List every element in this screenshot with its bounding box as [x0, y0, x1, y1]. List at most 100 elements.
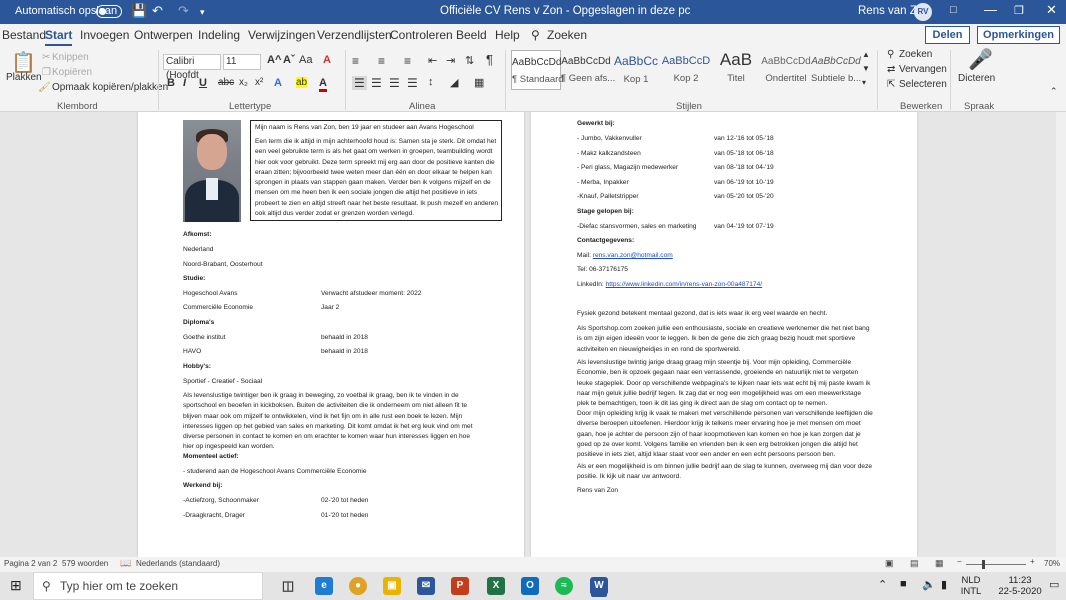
borders-icon[interactable]: ▦: [474, 76, 484, 89]
microphone-icon[interactable]: 🎤: [968, 47, 993, 72]
undo-icon[interactable]: ↶: [152, 3, 163, 19]
align-left-icon[interactable]: ☰: [352, 76, 367, 90]
styles-scroll-down-icon[interactable]: ▼: [862, 64, 870, 73]
powerpoint-icon[interactable]: P: [451, 577, 469, 595]
select-icon[interactable]: ⇱: [887, 79, 895, 90]
replace-icon[interactable]: ⇄: [887, 64, 895, 75]
avatar[interactable]: RV: [914, 3, 932, 21]
comments-button[interactable]: Opmerkingen: [977, 26, 1060, 44]
ribbon-display-icon[interactable]: □: [950, 4, 957, 16]
superscript-button[interactable]: x²: [255, 77, 263, 88]
style-kop2[interactable]: AaBbCcD Kop 2: [661, 50, 711, 90]
cut-icon[interactable]: ✂: [42, 52, 50, 63]
tab-controleren[interactable]: Controleren: [390, 28, 453, 42]
paste-button[interactable]: Plakken: [6, 72, 42, 83]
multilevel-list-icon[interactable]: ≡: [404, 54, 411, 68]
tab-verwijzingen[interactable]: Verwijzingen: [248, 28, 315, 42]
line-spacing-icon[interactable]: ↕: [428, 76, 434, 88]
redo-icon[interactable]: ↷: [178, 3, 189, 19]
share-button[interactable]: Delen: [925, 26, 970, 44]
highlight-button[interactable]: ab: [296, 77, 308, 88]
dictate-button[interactable]: Dicteren: [958, 73, 995, 84]
zoom-slider[interactable]: [966, 564, 1026, 565]
autosave-toggle[interactable]: [96, 5, 122, 18]
format-painter-button[interactable]: Opmaak kopiëren/plakken: [52, 82, 168, 93]
quick-access-chevron-icon[interactable]: ▾: [200, 7, 205, 18]
windows-start-icon[interactable]: ⊞: [10, 577, 22, 594]
vertical-scrollbar[interactable]: [1056, 112, 1066, 557]
copy-icon[interactable]: ❐: [42, 67, 51, 78]
strikethrough-button[interactable]: abc: [218, 77, 234, 88]
chrome-icon[interactable]: ●: [349, 577, 367, 595]
proofing-icon[interactable]: 📖: [120, 558, 131, 569]
style-geen-afstand[interactable]: AaBbCcDd ¶ Geen afs...: [561, 50, 615, 90]
change-case-button[interactable]: Aa: [299, 54, 312, 66]
select-button[interactable]: Selecteren: [899, 79, 947, 90]
edge-icon[interactable]: e: [315, 577, 333, 595]
linkedin-link[interactable]: https://www.linkedin.com/in/rens-van-zon…: [606, 281, 763, 288]
copy-button[interactable]: Kopiëren: [52, 67, 92, 78]
grow-font-button[interactable]: A^: [267, 54, 281, 66]
font-name-combo[interactable]: Calibri (Hoofdt: [163, 54, 221, 81]
style-kop1[interactable]: AaBbCc Kop 1: [611, 50, 661, 90]
collapse-ribbon-icon[interactable]: ⌃: [1050, 86, 1058, 97]
decrease-indent-icon[interactable]: ⇤: [428, 54, 437, 67]
tab-indeling[interactable]: Indeling: [198, 28, 240, 42]
file-explorer-icon[interactable]: ▣: [383, 577, 401, 595]
tab-help[interactable]: Help: [495, 28, 520, 42]
excel-icon[interactable]: X: [487, 577, 505, 595]
intro-box[interactable]: Mijn naam is Rens van Zon, ben 19 jaar e…: [250, 120, 502, 221]
numbering-icon[interactable]: ≡: [378, 54, 385, 68]
word-count[interactable]: 579 woorden: [62, 559, 108, 568]
page-2[interactable]: Gewerkt bij: - Jumbo, Vakkenvuller van 1…: [531, 112, 917, 557]
language-status[interactable]: Nederlands (standaard): [136, 559, 220, 568]
taskbar-search[interactable]: ⚲ Typ hier om te zoeken: [33, 572, 263, 600]
task-view-icon[interactable]: ◫: [279, 577, 297, 595]
print-layout-icon[interactable]: ▦: [935, 558, 944, 569]
zoom-in-icon[interactable]: +: [1030, 557, 1035, 566]
keyboard-language[interactable]: NLD INTL: [960, 575, 982, 597]
save-icon[interactable]: 💾: [131, 3, 147, 19]
outlook-icon[interactable]: O: [521, 577, 539, 595]
replace-button[interactable]: Vervangen: [899, 64, 947, 75]
shrink-font-button[interactable]: Aˇ: [283, 54, 295, 66]
clear-format-button[interactable]: A: [323, 54, 331, 66]
find-icon[interactable]: ⚲: [887, 49, 894, 60]
search-icon[interactable]: ⚲: [531, 28, 540, 42]
tab-search[interactable]: Zoeken: [547, 28, 587, 42]
shading-icon[interactable]: ◢: [450, 76, 458, 89]
zoom-thumb[interactable]: [982, 560, 985, 569]
volume-icon[interactable]: 🔈: [922, 578, 936, 591]
format-painter-icon[interactable]: 🖌: [38, 82, 51, 93]
spotify-icon[interactable]: ≈: [555, 577, 573, 595]
italic-button[interactable]: I: [183, 77, 186, 89]
styles-scroll-up-icon[interactable]: ▲: [862, 50, 870, 59]
read-mode-icon[interactable]: ▤: [910, 558, 919, 569]
font-size-combo[interactable]: 11: [223, 54, 261, 70]
underline-button[interactable]: U: [199, 77, 207, 89]
tab-verzendlijsten[interactable]: Verzendlijsten: [317, 28, 392, 42]
bullets-icon[interactable]: ≡: [352, 54, 359, 68]
tray-chevron-icon[interactable]: ⌃: [878, 578, 887, 591]
battery-icon[interactable]: ▮: [941, 578, 947, 591]
tab-beeld[interactable]: Beeld: [456, 28, 487, 42]
word-icon[interactable]: W: [590, 577, 608, 595]
focus-icon[interactable]: ▣: [885, 558, 894, 569]
align-center-icon[interactable]: ☰: [371, 76, 382, 90]
justify-icon[interactable]: ☰: [407, 76, 418, 90]
zoom-level[interactable]: 70%: [1044, 559, 1060, 568]
align-right-icon[interactable]: ☰: [389, 76, 400, 90]
find-button[interactable]: Zoeken: [899, 49, 932, 60]
bold-button[interactable]: B: [167, 77, 175, 89]
mail-link[interactable]: rens.van.zon@hotmail.com: [593, 252, 673, 259]
tab-invoegen[interactable]: Invoegen: [80, 28, 129, 42]
text-effects-button[interactable]: A: [274, 77, 282, 89]
increase-indent-icon[interactable]: ⇥: [446, 54, 455, 67]
minimize-icon[interactable]: —: [984, 2, 997, 17]
page-count[interactable]: Pagina 2 van 2: [4, 559, 57, 568]
show-marks-button[interactable]: ¶: [486, 52, 493, 67]
close-icon[interactable]: ✕: [1046, 2, 1057, 18]
tab-bestand[interactable]: Bestand: [2, 28, 46, 42]
cut-button[interactable]: Knippen: [52, 52, 89, 63]
style-subtiele[interactable]: AaBbCcDd Subtiele b...: [811, 50, 861, 90]
